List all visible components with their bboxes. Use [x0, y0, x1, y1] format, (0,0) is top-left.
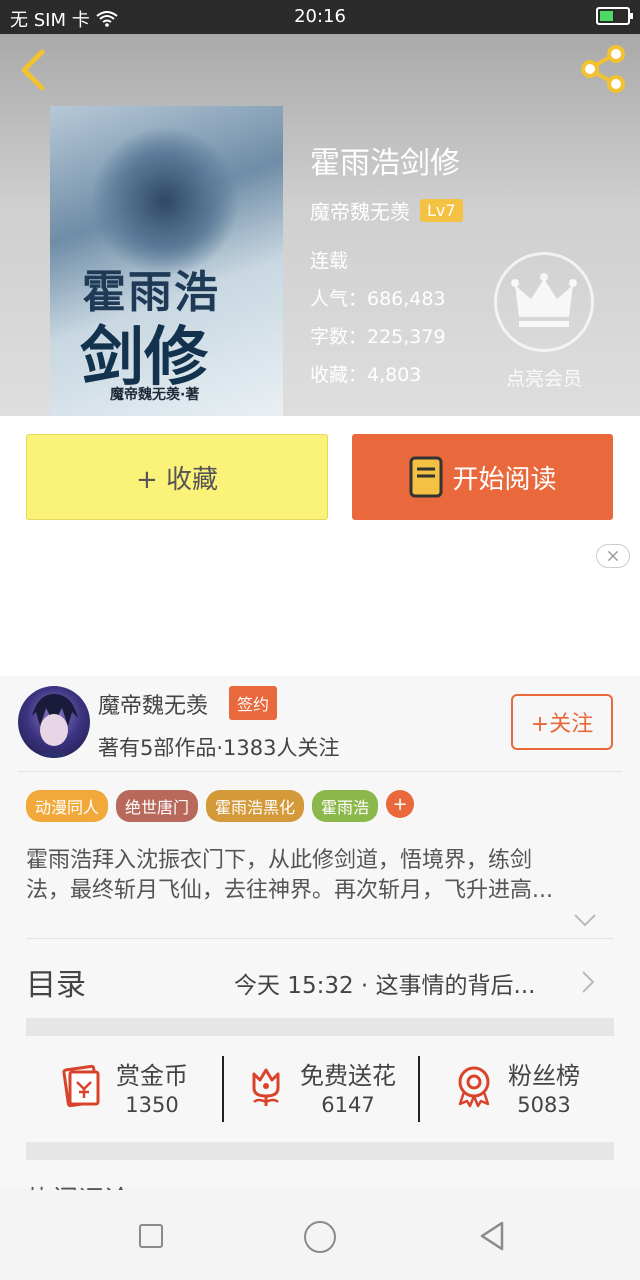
- crown-icon: [511, 273, 577, 327]
- author-name[interactable]: 魔帝魏无羡: [310, 196, 410, 225]
- signed-badge: 签约: [229, 686, 278, 720]
- stat-label: 免费送花: [300, 1061, 396, 1090]
- stat-value: 6147: [321, 1092, 375, 1117]
- synopsis-line1: 霍雨浩拜入沈振衣门下，从此修剑道，悟境界，练剑: [26, 848, 533, 873]
- section-separator: [26, 1018, 614, 1036]
- tag-anime-fanfic[interactable]: 动漫同人: [26, 790, 109, 822]
- chevron-right-icon[interactable]: [580, 969, 596, 995]
- red-envelope-icon: [62, 1064, 100, 1108]
- author-card-info: 著有5部作品·1383人关注: [98, 736, 340, 760]
- popularity: 人气：686,483: [310, 288, 446, 310]
- action-bar: + 收藏 开始阅读: [0, 416, 640, 538]
- cover-author: 魔帝魏无羡·著: [110, 387, 200, 403]
- level-badge: Lv7: [420, 199, 463, 222]
- back-arrow-icon[interactable]: [14, 48, 54, 92]
- collect-button[interactable]: + 收藏: [26, 434, 328, 520]
- details-section: 魔帝魏无羡 签约 著有5部作品·1383人关注 +关注 动漫同人 绝世唐门 霍雨…: [0, 676, 640, 1216]
- flower-icon: [252, 1068, 280, 1106]
- start-reading-button[interactable]: 开始阅读: [352, 434, 613, 520]
- reward-coins-button[interactable]: 赏金币 1350: [26, 1044, 222, 1128]
- synopsis-line2: 法，最终斩月飞仙，去往神界。再次斩月，飞升进高...: [26, 878, 553, 903]
- recent-apps-icon[interactable]: [139, 1224, 163, 1248]
- stats-row: 赏金币 1350 免费送花 6147 粉丝榜 5083: [26, 1044, 614, 1128]
- send-flower-button[interactable]: 免费送花 6147: [222, 1044, 418, 1128]
- tag-list: 动漫同人 绝世唐门 霍雨浩黑化 霍雨浩 +: [26, 790, 415, 822]
- stat-label: 赏金币: [116, 1061, 188, 1090]
- word-count: 字数：225,379: [310, 326, 446, 348]
- avatar[interactable]: [18, 686, 90, 758]
- stat-label: 粉丝榜: [508, 1061, 580, 1090]
- medal-icon: [458, 1066, 490, 1108]
- fan-ranking-button[interactable]: 粉丝榜 5083: [418, 1044, 614, 1128]
- add-tag-button[interactable]: +: [386, 790, 415, 818]
- battery-icon: [596, 7, 633, 25]
- chevron-down-icon[interactable]: [572, 912, 598, 928]
- vip-label[interactable]: 点亮会员: [494, 364, 594, 391]
- follow-button[interactable]: +关注: [511, 694, 613, 750]
- divider: [18, 771, 622, 772]
- book-header: 霍雨浩 剑修 魔帝魏无羡·著 霍雨浩剑修 魔帝魏无羡 Lv7 连载 人气：686…: [0, 34, 640, 416]
- system-nav-bar: [0, 1190, 640, 1280]
- clock: 20:16: [294, 6, 346, 27]
- close-icon[interactable]: [596, 544, 630, 568]
- battery-level: [600, 11, 613, 21]
- book-title: 霍雨浩剑修: [310, 146, 460, 181]
- author-row[interactable]: 魔帝魏无羡 Lv7: [310, 196, 463, 225]
- home-icon[interactable]: [304, 1221, 336, 1253]
- cover-art: [90, 126, 240, 276]
- serial-status: 连载: [310, 250, 349, 272]
- book-cover[interactable]: 霍雨浩 剑修 魔帝魏无羡·著: [50, 106, 283, 416]
- toc-label[interactable]: 目录: [26, 960, 86, 1004]
- start-reading-label: 开始阅读: [452, 464, 557, 495]
- book-icon: [409, 456, 443, 498]
- favorites-count: 收藏：4,803: [310, 364, 422, 386]
- toc-latest-chapter[interactable]: 今天 15:32 · 这事情的背后...: [234, 966, 535, 1000]
- stat-value: 5083: [517, 1092, 571, 1117]
- tag-tangmen[interactable]: 绝世唐门: [116, 790, 199, 822]
- stat-value: 1350: [125, 1092, 179, 1117]
- ad-banner: [0, 538, 640, 676]
- author-card-name[interactable]: 魔帝魏无羡: [98, 688, 208, 720]
- tag-dark[interactable]: 霍雨浩黑化: [206, 790, 305, 822]
- synopsis[interactable]: 霍雨浩拜入沈振衣门下，从此修剑道，悟境界，练剑 法，最终斩月飞仙，去往神界。再次…: [26, 846, 606, 906]
- tag-character[interactable]: 霍雨浩: [312, 790, 379, 822]
- status-bar: 无 SIM 卡 20:16: [0, 0, 640, 34]
- section-separator: [26, 1142, 614, 1160]
- nav-back-icon[interactable]: [478, 1220, 506, 1252]
- vip-crown-button[interactable]: [494, 252, 594, 352]
- avatar-image: [32, 694, 78, 758]
- share-icon[interactable]: [578, 44, 628, 94]
- divider: [26, 938, 614, 939]
